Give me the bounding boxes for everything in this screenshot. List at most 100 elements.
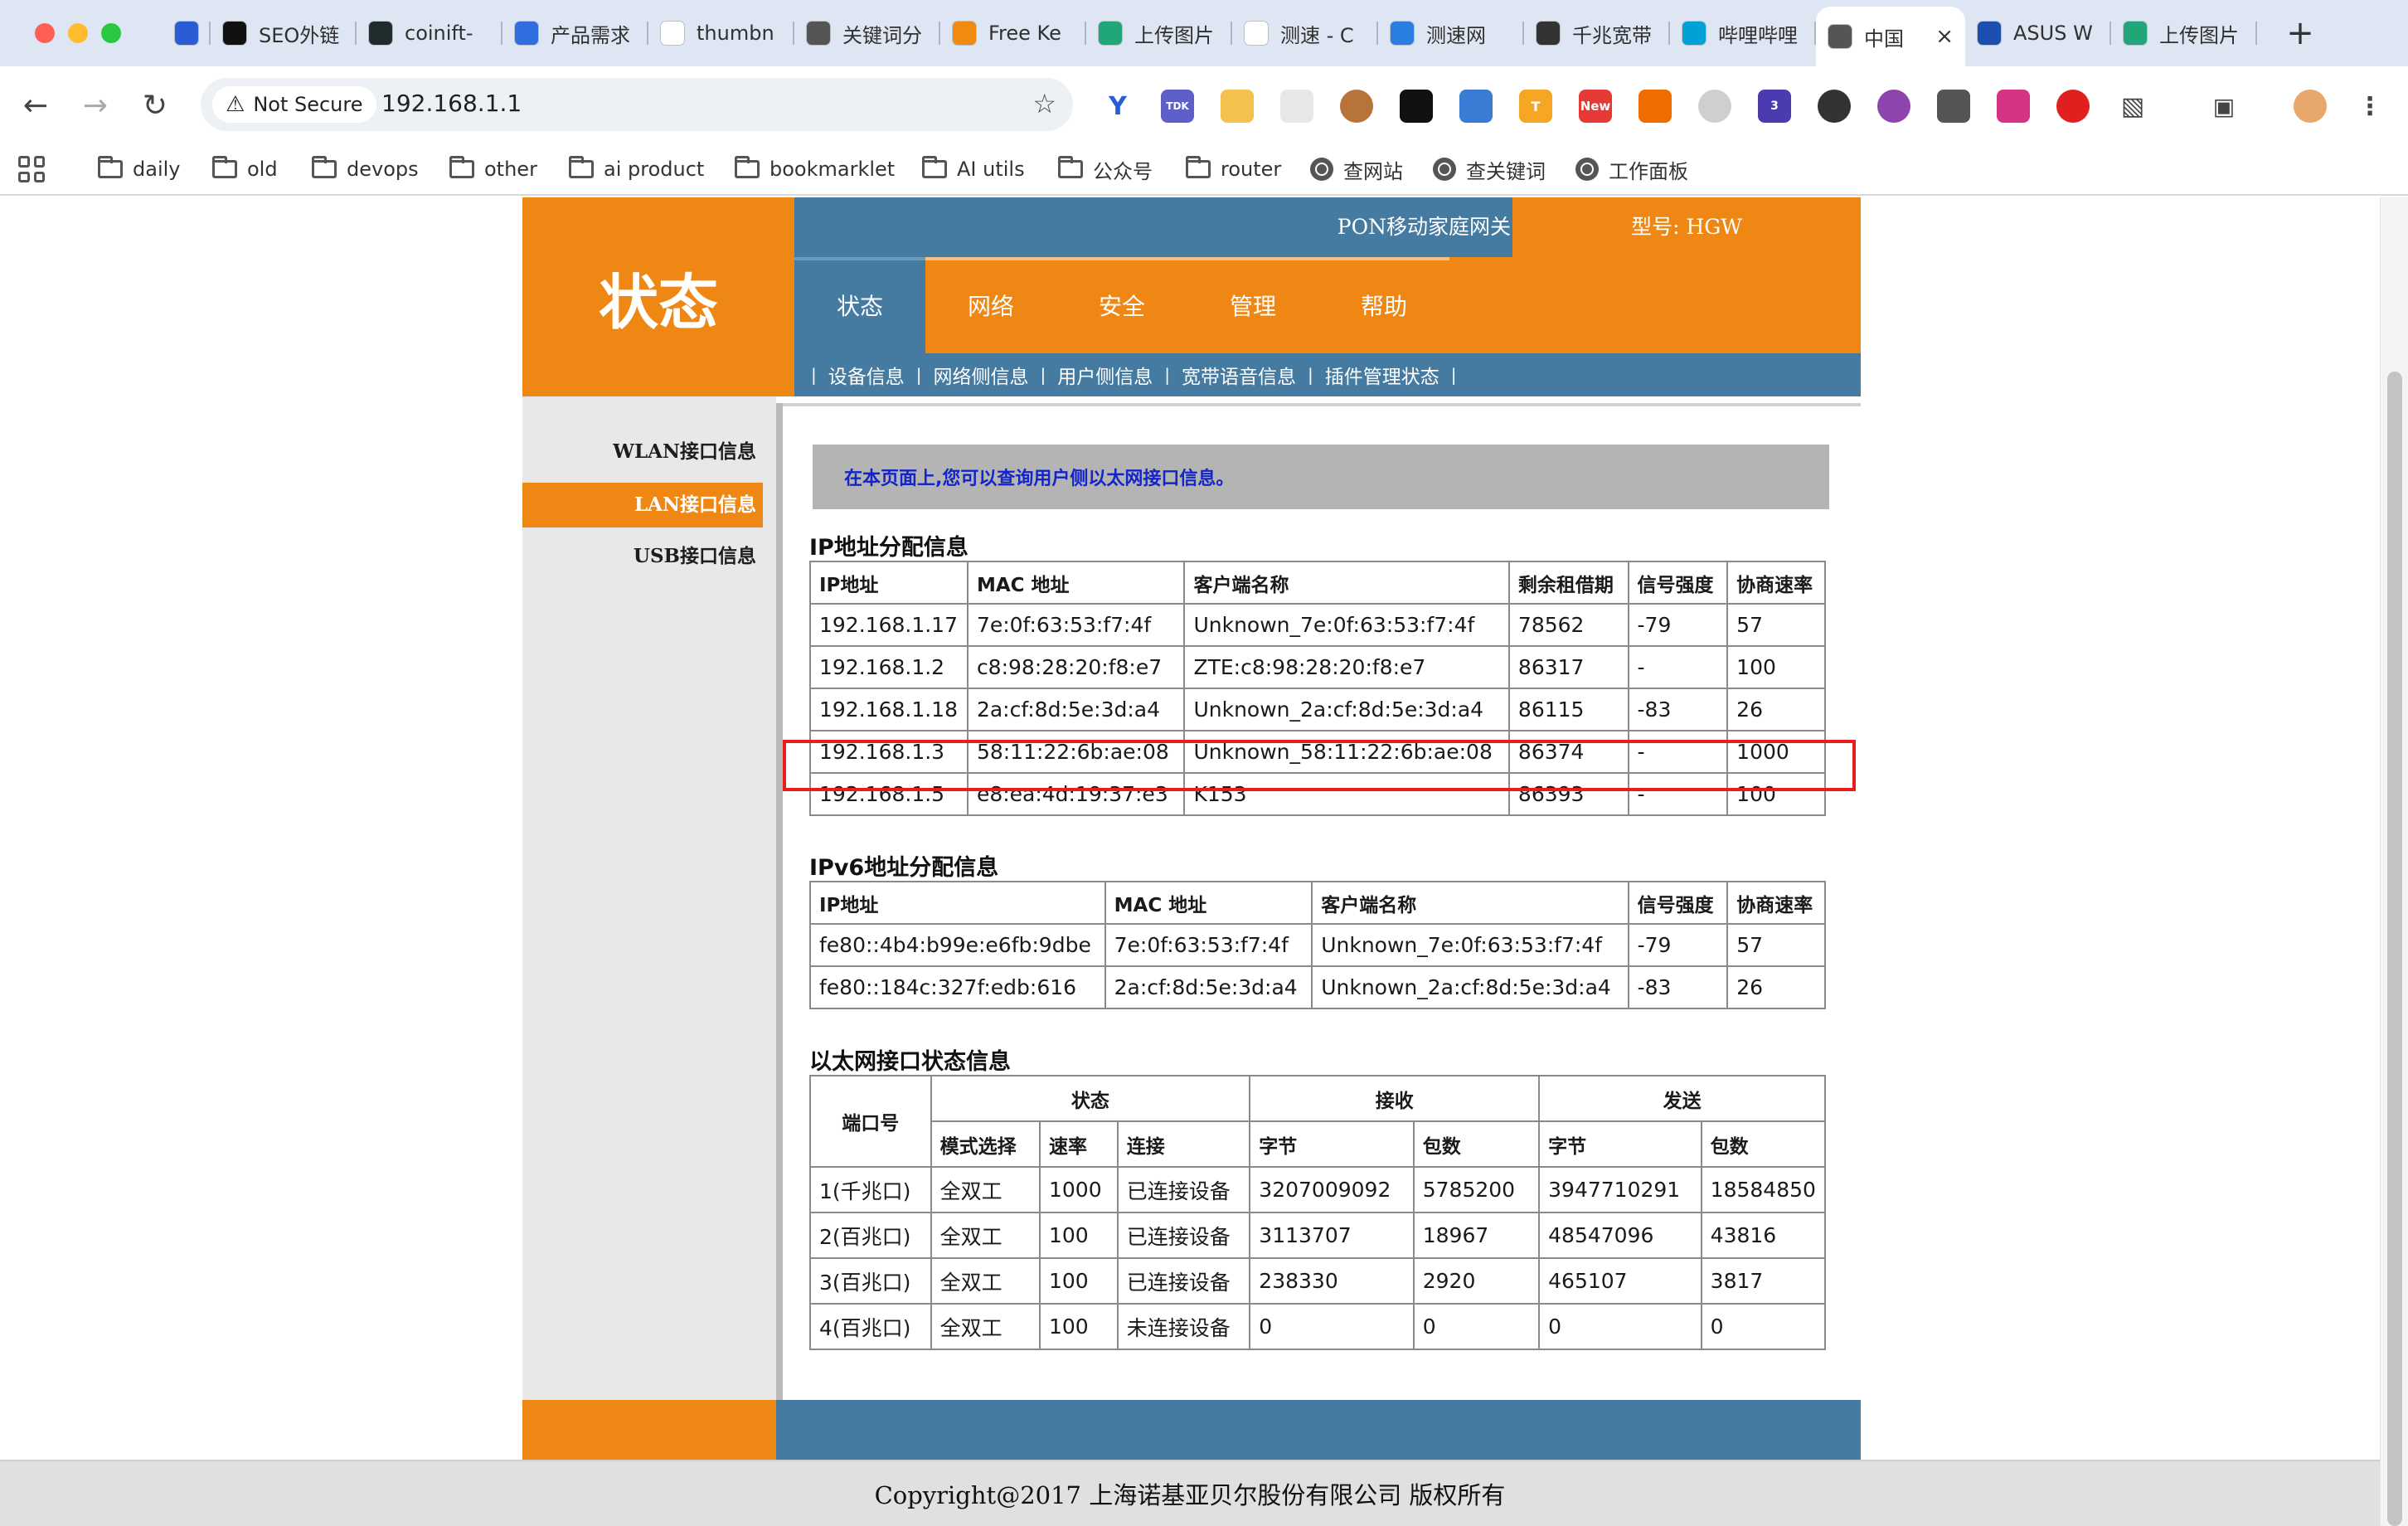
table-cell: 全双工 (930, 1212, 1041, 1259)
bookmark-item[interactable]: daily (98, 154, 180, 184)
browser-tab[interactable]: coinift- (357, 7, 502, 60)
tab-help[interactable]: 帮助 (1318, 257, 1449, 353)
sub-nav-separator: | (1450, 365, 1457, 385)
bookmark-item[interactable]: bookmarklet (735, 154, 895, 184)
bookmark-item[interactable]: 公众号 (1058, 154, 1153, 184)
cloud-extension-icon[interactable] (1698, 90, 1731, 123)
browser-tab[interactable]: ASUS W (1965, 7, 2111, 60)
browser-tab[interactable]: Free Ke (940, 7, 1086, 60)
table-cell: 3(百兆口) (809, 1257, 932, 1305)
browser-tab[interactable]: 哔哩哔哩 (1670, 7, 1816, 60)
table-cell: 3113707 (1249, 1212, 1415, 1259)
apps-grid-icon[interactable] (18, 156, 45, 182)
fox-extension-icon[interactable] (1639, 90, 1672, 123)
page-extension-icon[interactable] (1280, 90, 1313, 123)
robot-extension-icon[interactable] (1937, 90, 1970, 123)
window-minimize-button[interactable] (68, 23, 88, 43)
a-logo-icon (952, 21, 977, 46)
table-row: 2(百兆口) 全双工 100 已连接设备 3113707 18967 48547096 438… (809, 1212, 1827, 1259)
table-cell: - (1627, 645, 1729, 689)
sidebar-item-lan[interactable]: LAN接口信息 (522, 483, 763, 527)
browser-tab[interactable]: 中国 × (1816, 7, 1965, 66)
subtab-user-side-info[interactable]: 用户侧信息 (1051, 361, 1159, 389)
translate-2-extension-icon[interactable] (1997, 90, 2030, 123)
bookmark-item[interactable]: 查关键词 (1433, 154, 1546, 184)
vue-extension-icon[interactable]: Y (1101, 90, 1134, 123)
menu-kebab-icon[interactable]: ⋮ (2353, 90, 2386, 123)
table-cell: 0 (1700, 1303, 1827, 1350)
subtab-voice-info[interactable]: 宽带语音信息 (1175, 361, 1303, 389)
translate-extension-icon[interactable] (1459, 90, 1493, 123)
browser-tab[interactable]: 上传图片 (2111, 7, 2257, 60)
tab-label: 中国 (1864, 27, 1904, 51)
browser-tab[interactable]: 千兆宽带 (1524, 7, 1670, 60)
new-tab-button[interactable]: + (2279, 12, 2322, 55)
tab-security[interactable]: 安全 (1056, 257, 1187, 353)
table-cell: 48547096 (1538, 1212, 1702, 1259)
cookie-extension-icon[interactable] (1340, 90, 1373, 123)
window-maximize-button[interactable] (101, 23, 121, 43)
bookmark-item[interactable]: other (449, 154, 537, 184)
search-tab-icon[interactable]: ▣ (2207, 90, 2241, 123)
url-text[interactable]: 192.168.1.1 (381, 90, 522, 117)
browser-tab[interactable]: 关键词分 (794, 7, 940, 60)
table-cell: 3207009092 (1249, 1166, 1415, 1213)
sidebar-item-wlan[interactable]: WLAN接口信息 (522, 430, 763, 474)
subtab-wan-info[interactable]: 网络侧信息 (927, 361, 1036, 389)
subtab-device-info[interactable]: 设备信息 (822, 361, 911, 389)
bookmark-item[interactable]: router (1186, 154, 1281, 184)
tab-management[interactable]: 管理 (1187, 257, 1318, 353)
subtab-plugin-status[interactable]: 插件管理状态 (1318, 361, 1446, 389)
page-scrollbar[interactable] (2380, 197, 2408, 1526)
table-cell: 86317 (1507, 645, 1629, 689)
dark-extension-icon[interactable] (1818, 90, 1851, 123)
browser-tab[interactable]: SEO外链 (211, 7, 357, 60)
address-bar[interactable]: ⚠ Not Secure 192.168.1.1 ☆ (201, 78, 1073, 131)
tab-status[interactable]: 状态 (794, 257, 925, 353)
ai-extension-icon[interactable] (1877, 90, 1910, 123)
browser-tab[interactable]: 测速 - C (1232, 7, 1378, 60)
stop-extension-icon[interactable] (2056, 90, 2090, 123)
window-close-button[interactable] (35, 23, 55, 43)
table-cell: 全双工 (930, 1303, 1041, 1350)
sidebar-item-usb[interactable]: USB接口信息 (522, 534, 763, 579)
browser-tab[interactable]: 产品需求 (502, 7, 648, 60)
browser-tab[interactable]: 测速网 (1378, 7, 1524, 60)
column-header: 协商速率 (1726, 561, 1826, 605)
ethernet-section-title: 以太网接口状态信息 (809, 1049, 1011, 1075)
puzzle-extensions-icon[interactable]: ▧ (2116, 90, 2149, 123)
table-cell: 43816 (1700, 1212, 1827, 1259)
bookmark-item[interactable]: ai product (569, 154, 704, 184)
bookmark-label: old (247, 158, 278, 181)
browser-tab[interactable]: 上传图片 (1086, 7, 1232, 60)
bookmark-item[interactable]: old (212, 154, 278, 184)
back-button[interactable]: ← (15, 85, 56, 126)
table-cell: 192.168.1.18 (809, 688, 969, 731)
bookmark-item[interactable]: 工作面板 (1575, 154, 1688, 184)
scrollbar-thumb[interactable] (2387, 372, 2402, 1526)
mask-extension-icon[interactable] (1400, 90, 1433, 123)
bookmark-star-icon[interactable]: ☆ (1032, 88, 1056, 119)
profile-avatar[interactable] (2294, 90, 2327, 123)
forward-button[interactable]: → (75, 85, 116, 126)
column-header: MAC 地址 (966, 561, 1186, 605)
close-tab-icon[interactable]: × (1935, 24, 1954, 49)
page-title: 状态 (598, 266, 718, 338)
reload-button[interactable]: ↻ (134, 85, 176, 126)
table-cell: 0 (1412, 1303, 1541, 1350)
security-indicator[interactable]: ⚠ Not Secure (212, 86, 376, 123)
bookmark-item[interactable]: 查网站 (1310, 154, 1403, 184)
new-extension-icon[interactable]: New (1579, 90, 1612, 123)
browser-tab[interactable] (163, 7, 211, 60)
bookmark-item[interactable]: AI utils (922, 154, 1025, 184)
browser-tab[interactable]: thumbn (648, 7, 794, 60)
table-cell: -79 (1627, 923, 1729, 967)
tdk-extension-icon[interactable]: TDK (1161, 90, 1194, 123)
badge-extension-icon[interactable]: 3 (1758, 90, 1791, 123)
t-extension-icon[interactable]: T (1519, 90, 1552, 123)
table-cell: 2(百兆口) (809, 1212, 932, 1259)
tab-network[interactable]: 网络 (925, 257, 1056, 353)
bookmark-item[interactable]: devops (312, 154, 419, 184)
seo-extension-icon[interactable] (1221, 90, 1254, 123)
column-subheader: 速率 (1038, 1120, 1119, 1168)
